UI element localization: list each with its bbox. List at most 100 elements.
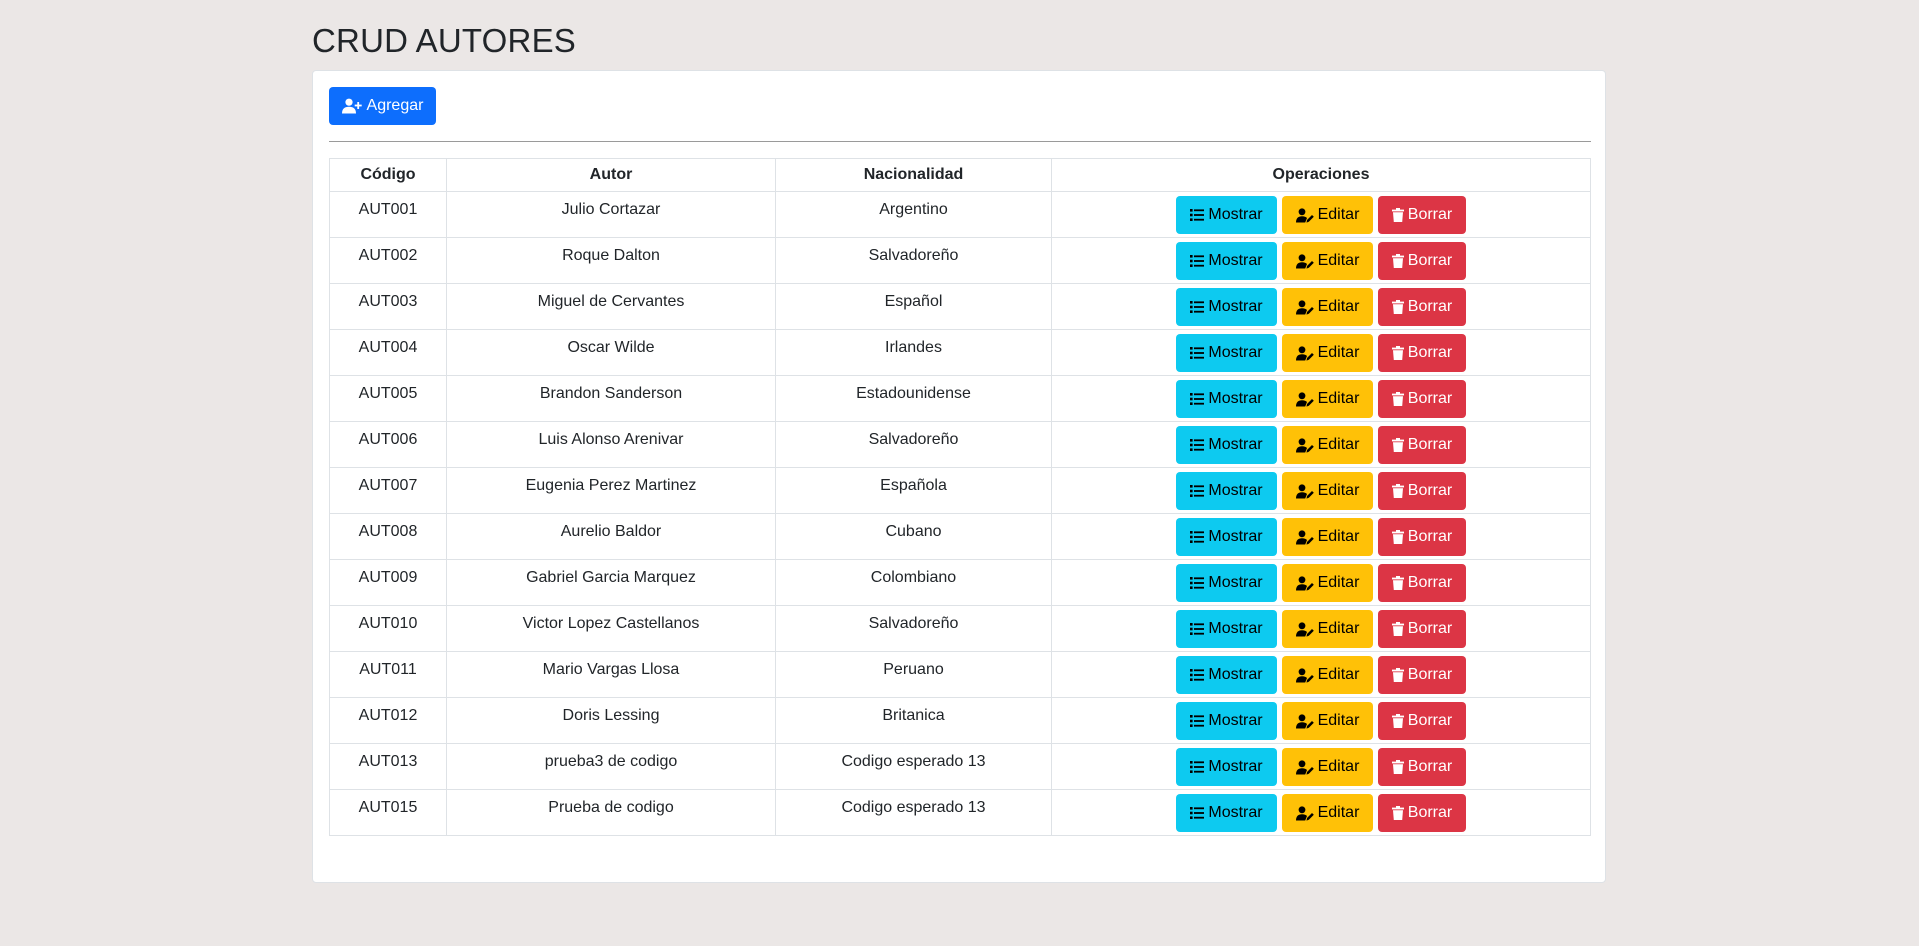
cell-nationality: Peruano (775, 651, 1052, 698)
show-button[interactable]: Mostrar (1176, 380, 1277, 418)
edit-button[interactable]: Editar (1282, 518, 1373, 556)
show-button-label: Mostrar (1208, 436, 1263, 453)
edit-button[interactable]: Editar (1282, 242, 1373, 280)
edit-button[interactable]: Editar (1282, 564, 1373, 602)
cell-code: AUT001 (329, 191, 447, 238)
trash-icon (1391, 484, 1404, 498)
delete-button[interactable]: Borrar (1378, 748, 1466, 786)
user-edit-icon (1295, 253, 1314, 269)
cell-nationality: Salvadoreño (775, 237, 1052, 284)
user-edit-icon (1295, 713, 1314, 729)
user-edit-icon (1295, 621, 1314, 637)
show-button[interactable]: Mostrar (1176, 334, 1277, 372)
cell-author: Oscar Wilde (446, 329, 776, 376)
cell-author: Victor Lopez Castellanos (446, 605, 776, 652)
delete-button-label: Borrar (1407, 298, 1453, 315)
show-button[interactable]: Mostrar (1176, 702, 1277, 740)
trash-icon (1391, 254, 1404, 268)
list-icon (1190, 300, 1205, 314)
delete-button[interactable]: Borrar (1378, 380, 1466, 418)
edit-button-label: Editar (1317, 206, 1360, 223)
edit-button-label: Editar (1317, 712, 1360, 729)
show-button[interactable]: Mostrar (1176, 748, 1277, 786)
edit-button[interactable]: Editar (1282, 702, 1373, 740)
delete-button[interactable]: Borrar (1378, 426, 1466, 464)
list-icon (1190, 530, 1205, 544)
table-row: AUT015 Prueba de codigo Codigo esperado … (329, 789, 1591, 836)
list-icon (1190, 622, 1205, 636)
trash-icon (1391, 668, 1404, 682)
table-row: AUT011 Mario Vargas Llosa Peruano Mostra… (329, 651, 1591, 698)
show-button[interactable]: Mostrar (1176, 196, 1277, 234)
edit-button[interactable]: Editar (1282, 426, 1373, 464)
delete-button[interactable]: Borrar (1378, 656, 1466, 694)
user-edit-icon (1295, 575, 1314, 591)
edit-button-label: Editar (1317, 574, 1360, 591)
trash-icon (1391, 300, 1404, 314)
user-edit-icon (1295, 483, 1314, 499)
delete-button[interactable]: Borrar (1378, 472, 1466, 510)
edit-button[interactable]: Editar (1282, 748, 1373, 786)
add-author-button[interactable]: Agregar (329, 87, 436, 125)
delete-button[interactable]: Borrar (1378, 196, 1466, 234)
delete-button[interactable]: Borrar (1378, 518, 1466, 556)
cell-author: Eugenia Perez Martinez (446, 467, 776, 514)
delete-button[interactable]: Borrar (1378, 564, 1466, 602)
delete-button-label: Borrar (1407, 206, 1453, 223)
cell-author: Aurelio Baldor (446, 513, 776, 560)
delete-button[interactable]: Borrar (1378, 288, 1466, 326)
cell-operations: Mostrar Editar Borrar (1051, 789, 1591, 836)
list-icon (1190, 760, 1205, 774)
add-button-label: Agregar (366, 97, 424, 114)
cell-code: AUT007 (329, 467, 447, 514)
trash-icon (1391, 806, 1404, 820)
show-button[interactable]: Mostrar (1176, 242, 1277, 280)
delete-button[interactable]: Borrar (1378, 794, 1466, 832)
edit-button[interactable]: Editar (1282, 794, 1373, 832)
list-icon (1190, 806, 1205, 820)
table-row: AUT009 Gabriel Garcia Marquez Colombiano (329, 559, 1591, 606)
delete-button-label: Borrar (1407, 390, 1453, 407)
delete-button[interactable]: Borrar (1378, 242, 1466, 280)
delete-button-label: Borrar (1407, 252, 1453, 269)
show-button[interactable]: Mostrar (1176, 794, 1277, 832)
table-row: AUT005 Brandon Sanderson Estadounidense (329, 375, 1591, 422)
edit-button[interactable]: Editar (1282, 334, 1373, 372)
authors-card: Agregar Código Autor Nacionalidad Operac… (312, 70, 1606, 883)
edit-button[interactable]: Editar (1282, 472, 1373, 510)
edit-button[interactable]: Editar (1282, 656, 1373, 694)
cell-author: Luis Alonso Arenivar (446, 421, 776, 468)
edit-button[interactable]: Editar (1282, 196, 1373, 234)
cell-operations: Mostrar Editar Borrar (1051, 605, 1591, 652)
show-button[interactable]: Mostrar (1176, 518, 1277, 556)
edit-button[interactable]: Editar (1282, 380, 1373, 418)
user-edit-icon (1295, 805, 1314, 821)
delete-button[interactable]: Borrar (1378, 702, 1466, 740)
trash-icon (1391, 530, 1404, 544)
table-row: AUT008 Aurelio Baldor Cubano Mostrar Edi… (329, 513, 1591, 560)
authors-table: Código Autor Nacionalidad Operaciones AU… (329, 158, 1591, 836)
delete-button-label: Borrar (1407, 482, 1453, 499)
user-plus-icon (341, 98, 362, 114)
show-button-label: Mostrar (1208, 344, 1263, 361)
show-button[interactable]: Mostrar (1176, 426, 1277, 464)
show-button[interactable]: Mostrar (1176, 564, 1277, 602)
table-row: AUT003 Miguel de Cervantes Español Mostr… (329, 283, 1591, 330)
cell-code: AUT008 (329, 513, 447, 560)
trash-icon (1391, 208, 1404, 222)
show-button[interactable]: Mostrar (1176, 656, 1277, 694)
edit-button[interactable]: Editar (1282, 288, 1373, 326)
cell-nationality: Argentino (775, 191, 1052, 238)
edit-button-label: Editar (1317, 482, 1360, 499)
show-button[interactable]: Mostrar (1176, 288, 1277, 326)
edit-button[interactable]: Editar (1282, 610, 1373, 648)
edit-button-label: Editar (1317, 436, 1360, 453)
cell-nationality: Britanica (775, 697, 1052, 744)
table-row: AUT004 Oscar Wilde Irlandes Mostrar Edit… (329, 329, 1591, 376)
delete-button-label: Borrar (1407, 436, 1453, 453)
show-button[interactable]: Mostrar (1176, 610, 1277, 648)
show-button[interactable]: Mostrar (1176, 472, 1277, 510)
delete-button[interactable]: Borrar (1378, 610, 1466, 648)
trash-icon (1391, 576, 1404, 590)
delete-button[interactable]: Borrar (1378, 334, 1466, 372)
